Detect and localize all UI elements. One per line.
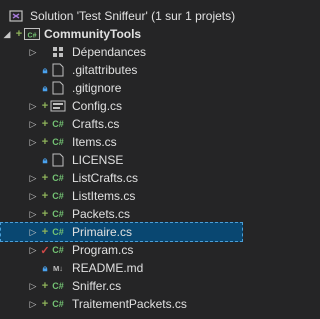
- tree-row-readme[interactable]: 🔒︎ M↓ README.md: [0, 258, 243, 278]
- tree-row-label: Dépendances: [72, 45, 147, 59]
- collapsed-chevron-icon[interactable]: ▷: [28, 294, 38, 314]
- csharp-project-icon: C#: [24, 24, 40, 44]
- tree-row-program[interactable]: ▷ ✓ C# Program.cs: [0, 240, 243, 260]
- tree-row-label: Items.cs: [72, 135, 117, 149]
- svg-text:C#: C#: [28, 33, 37, 40]
- tree-row-label: Program.cs: [72, 243, 134, 257]
- collapsed-chevron-icon[interactable]: ▷: [28, 114, 38, 134]
- tree-row-crafts[interactable]: ▷ + C# Crafts.cs: [0, 114, 243, 134]
- tree-row-label: ListCrafts.cs: [72, 171, 139, 185]
- collapsed-chevron-icon[interactable]: ▷: [28, 204, 38, 224]
- solution-explorer-tree: Solution 'Test Sniffeur' (1 sur 1 projet…: [0, 0, 243, 319]
- git-added-icon: +: [41, 118, 49, 130]
- csharp-file-icon: C#: [52, 299, 64, 309]
- file-icon: [50, 78, 66, 98]
- tree-row-label: README.md: [72, 261, 144, 275]
- tree-row-label: Solution 'Test Sniffeur' (1 sur 1 projet…: [30, 9, 236, 23]
- tree-row-solution[interactable]: Solution 'Test Sniffeur' (1 sur 1 projet…: [0, 6, 243, 26]
- tree-row-license[interactable]: 🔒︎ LICENSE: [0, 150, 243, 170]
- csharp-file-icon: C#: [52, 209, 64, 219]
- tree-row-label: .gitignore: [72, 81, 122, 95]
- tree-row-label: CommunityTools: [44, 27, 142, 41]
- tree-row-sniffer[interactable]: ▷ + C# Sniffer.cs: [0, 276, 243, 296]
- git-lock-icon: 🔒︎: [42, 82, 48, 93]
- collapsed-chevron-icon[interactable]: ▷: [28, 96, 38, 116]
- csharp-file-icon: C#: [52, 245, 64, 255]
- tree-row-label: Config.cs: [72, 99, 123, 113]
- git-added-icon: +: [41, 298, 49, 310]
- collapsed-chevron-icon[interactable]: ▷: [28, 276, 38, 296]
- collapsed-chevron-icon[interactable]: ▷: [28, 132, 38, 152]
- collapsed-chevron-icon[interactable]: ▷: [28, 186, 38, 206]
- svg-text:M↓: M↓: [53, 264, 63, 273]
- tree-row-config[interactable]: ▷ + Config.cs: [0, 96, 243, 116]
- file-icon: [50, 150, 66, 170]
- tree-row-label: ListItems.cs: [72, 189, 136, 203]
- tree-row-dependencies[interactable]: ▷ Dépendances: [0, 42, 243, 62]
- tree-row-label: TraitementPackets.cs: [72, 297, 187, 311]
- tree-row-traitementpackets[interactable]: ▷ + C# TraitementPackets.cs: [0, 294, 243, 314]
- tree-row-label: Packets.cs: [72, 207, 131, 221]
- tree-row-label: Sniffer.cs: [72, 279, 122, 293]
- collapsed-chevron-icon[interactable]: ▷: [28, 240, 38, 260]
- git-added-icon: +: [41, 136, 49, 148]
- tree-row-label: Crafts.cs: [72, 117, 120, 131]
- tree-row-project[interactable]: ◢ + C# CommunityTools: [0, 24, 243, 44]
- tree-row-gitignore[interactable]: 🔒︎ .gitignore: [0, 78, 243, 98]
- git-added-icon: +: [41, 190, 49, 202]
- git-added-icon: +: [41, 100, 49, 112]
- tree-row-gitattributes[interactable]: 🔒︎ .gitattributes: [0, 60, 243, 80]
- dependencies-icon: [50, 42, 66, 62]
- file-icon: [50, 60, 66, 80]
- tree-row-listitems[interactable]: ▷ + C# ListItems.cs: [0, 186, 243, 206]
- csharp-file-icon: C#: [52, 137, 64, 147]
- git-modified-icon: ✓: [40, 244, 50, 257]
- git-lock-icon: 🔒︎: [42, 262, 48, 273]
- git-lock-icon: 🔒︎: [42, 154, 48, 165]
- collapsed-chevron-icon[interactable]: ▷: [28, 222, 38, 242]
- git-lock-icon: 🔒︎: [42, 64, 48, 75]
- tree-row-label: Primaire.cs: [72, 225, 133, 239]
- csharp-file-icon: C#: [52, 227, 64, 237]
- csharp-file-icon: C#: [52, 119, 64, 129]
- solution-icon: [8, 6, 24, 26]
- tree-row-packets[interactable]: ▷ + C# Packets.cs: [0, 204, 243, 224]
- git-added-icon: +: [41, 280, 49, 292]
- tree-row-listcrafts[interactable]: ▷ + C# ListCrafts.cs: [0, 168, 243, 188]
- csharp-file-icon: C#: [52, 281, 64, 291]
- tree-row-primaire[interactable]: ▷ + C# Primaire.cs: [0, 222, 243, 242]
- collapsed-chevron-icon[interactable]: ▷: [28, 168, 38, 188]
- config-cs-icon: [50, 96, 66, 116]
- expanded-chevron-icon[interactable]: ◢: [2, 24, 12, 44]
- git-added-icon: +: [41, 208, 49, 220]
- tree-row-label: LICENSE: [72, 153, 124, 167]
- tree-row-items[interactable]: ▷ + C# Items.cs: [0, 132, 243, 152]
- git-added-icon: +: [41, 226, 49, 238]
- git-added-icon: +: [15, 28, 23, 40]
- markdown-icon: M↓: [50, 258, 66, 278]
- csharp-file-icon: C#: [52, 173, 64, 183]
- collapsed-chevron-icon[interactable]: ▷: [28, 42, 38, 62]
- git-added-icon: +: [41, 172, 49, 184]
- tree-row-label: .gitattributes: [72, 63, 138, 77]
- csharp-file-icon: C#: [52, 191, 64, 201]
